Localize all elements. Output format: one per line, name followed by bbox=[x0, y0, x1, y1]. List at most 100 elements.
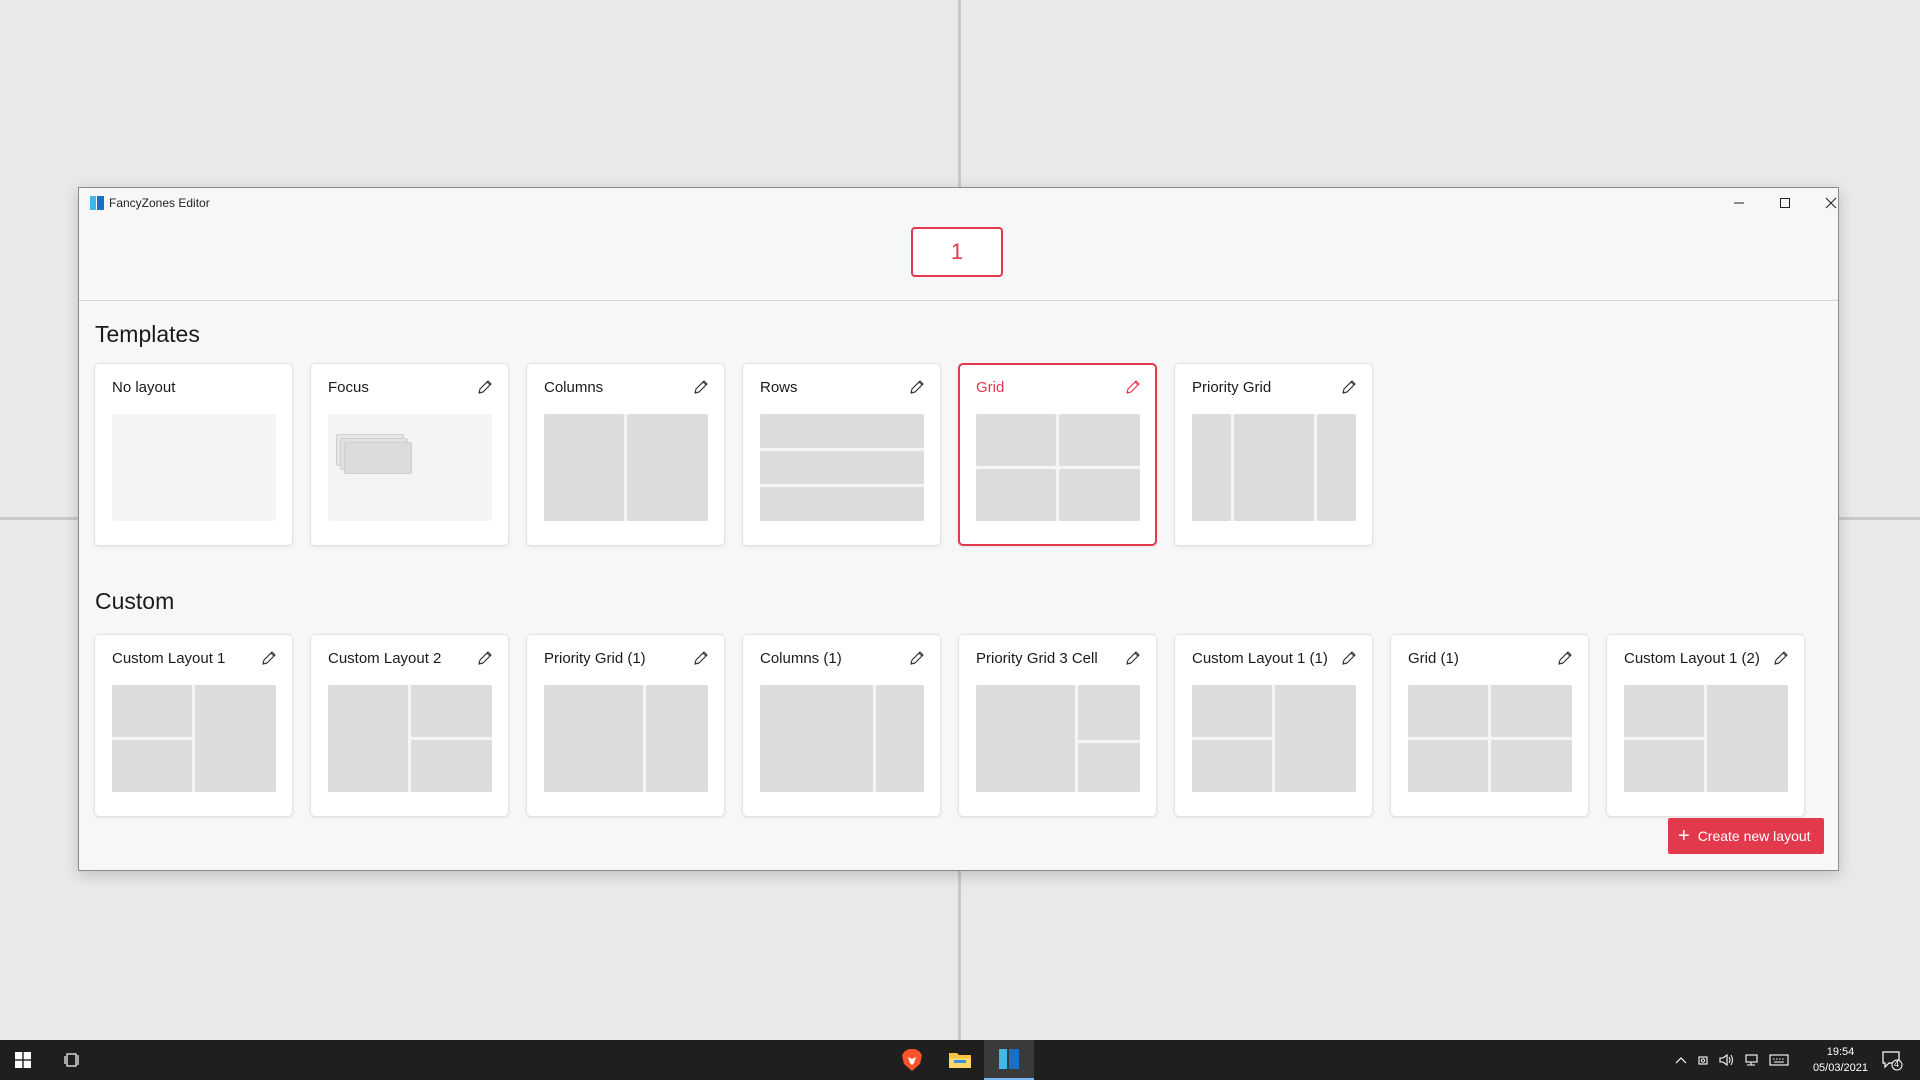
card-title: Priority Grid 3 Cell bbox=[976, 650, 1098, 667]
custom-card-custom-layout-2[interactable]: Custom Layout 2 bbox=[310, 634, 509, 817]
layout-preview bbox=[1192, 685, 1356, 792]
window-title: FancyZones Editor bbox=[109, 196, 210, 210]
card-title: Priority Grid bbox=[1192, 379, 1272, 396]
taskbar-brave-browser[interactable] bbox=[888, 1040, 936, 1080]
zone bbox=[411, 685, 492, 737]
close-icon bbox=[1825, 197, 1837, 209]
zone bbox=[328, 685, 408, 792]
custom-card-custom-layout-1-2[interactable]: Custom Layout 1 (2) bbox=[1606, 634, 1805, 817]
layout-preview bbox=[976, 685, 1140, 792]
custom-card-priority-grid-1[interactable]: Priority Grid (1) bbox=[526, 634, 725, 817]
maximize-button[interactable] bbox=[1762, 188, 1808, 218]
speaker-icon bbox=[1719, 1053, 1733, 1067]
custom-card-custom-layout-1-1[interactable]: Custom Layout 1 (1) bbox=[1174, 634, 1373, 817]
action-center-button[interactable]: 4 bbox=[1872, 1040, 1912, 1080]
layout-preview bbox=[112, 685, 276, 792]
show-hidden-icons-button[interactable] bbox=[1670, 1040, 1692, 1080]
layout-preview bbox=[760, 685, 924, 792]
monitor-1-button[interactable]: 1 bbox=[911, 227, 1003, 277]
card-title: Rows bbox=[760, 379, 798, 396]
folder-icon bbox=[949, 1053, 971, 1068]
fancyzones-editor-window: FancyZones Editor 1 Templates No layout … bbox=[78, 187, 1839, 871]
custom-card-custom-layout-1[interactable]: Custom Layout 1 bbox=[94, 634, 293, 817]
clock-date: 05/03/2021 bbox=[1812, 1062, 1868, 1074]
zone bbox=[876, 685, 924, 792]
edit-pencil-icon[interactable] bbox=[1340, 649, 1358, 667]
notification-icon bbox=[1882, 1051, 1903, 1071]
edit-pencil-icon[interactable] bbox=[476, 649, 494, 667]
taskbar-fancyzones-editor[interactable] bbox=[984, 1040, 1034, 1080]
zone bbox=[544, 685, 643, 792]
zone bbox=[112, 740, 192, 792]
network-icon bbox=[1745, 1054, 1758, 1066]
layout-preview bbox=[544, 685, 708, 792]
taskbar-file-explorer[interactable] bbox=[936, 1040, 984, 1080]
tray-network[interactable] bbox=[1740, 1040, 1762, 1080]
zone bbox=[411, 740, 492, 792]
card-title: Columns (1) bbox=[760, 650, 842, 667]
custom-card-priority-grid-3-cell[interactable]: Priority Grid 3 Cell bbox=[958, 634, 1157, 817]
template-card-focus[interactable]: Focus bbox=[310, 363, 509, 546]
maximize-icon bbox=[1780, 198, 1790, 208]
zone bbox=[760, 487, 924, 521]
template-card-grid[interactable]: Grid bbox=[958, 363, 1157, 546]
card-title: Custom Layout 2 bbox=[328, 650, 442, 667]
zone bbox=[1234, 414, 1314, 521]
edit-pencil-icon[interactable] bbox=[1340, 378, 1358, 396]
card-title: Custom Layout 1 bbox=[112, 650, 226, 667]
card-title: Grid bbox=[976, 379, 1005, 396]
edit-pencil-icon[interactable] bbox=[692, 378, 710, 396]
zone bbox=[760, 685, 873, 792]
edit-pencil-icon[interactable] bbox=[260, 649, 278, 667]
card-title: Focus bbox=[328, 379, 369, 396]
edit-pencil-icon[interactable] bbox=[1556, 649, 1574, 667]
zone bbox=[1275, 685, 1356, 792]
create-new-layout-button[interactable]: + Create new layout bbox=[1668, 818, 1824, 854]
title-bar[interactable]: FancyZones Editor bbox=[79, 188, 1838, 218]
zone bbox=[1078, 685, 1140, 740]
layout-preview bbox=[1192, 414, 1356, 521]
custom-card-grid-1[interactable]: Grid (1) bbox=[1390, 634, 1589, 817]
edit-pencil-icon[interactable] bbox=[908, 378, 926, 396]
zone bbox=[1059, 469, 1140, 521]
start-button[interactable] bbox=[0, 1040, 46, 1080]
custom-heading: Custom bbox=[95, 588, 175, 614]
minimize-button[interactable] bbox=[1716, 188, 1762, 218]
zone bbox=[976, 414, 1056, 466]
card-title: Grid (1) bbox=[1408, 650, 1459, 667]
template-card-priority-grid[interactable]: Priority Grid bbox=[1174, 363, 1373, 546]
task-view-button[interactable] bbox=[50, 1040, 96, 1080]
notification-count-badge: 4 bbox=[1894, 1059, 1900, 1069]
close-button[interactable] bbox=[1808, 188, 1854, 218]
template-card-columns[interactable]: Columns bbox=[526, 363, 725, 546]
custom-card-columns-1[interactable]: Columns (1) bbox=[742, 634, 941, 817]
tray-clock[interactable]: 19:54 05/03/2021 bbox=[1813, 1044, 1868, 1076]
minimize-icon bbox=[1734, 202, 1744, 204]
edit-pencil-icon[interactable] bbox=[1124, 649, 1142, 667]
fancyzones-app-icon bbox=[999, 1049, 1019, 1069]
zone bbox=[544, 414, 624, 521]
zone bbox=[1192, 685, 1272, 737]
edit-pencil-icon[interactable] bbox=[476, 378, 494, 396]
tray-meet-now[interactable] bbox=[1694, 1040, 1714, 1080]
tray-volume[interactable] bbox=[1716, 1040, 1738, 1080]
zone bbox=[1408, 685, 1488, 737]
zone bbox=[1059, 414, 1140, 466]
brave-lion-icon bbox=[902, 1049, 922, 1071]
zone bbox=[976, 469, 1056, 521]
taskbar: 19:54 05/03/2021 4 bbox=[0, 1040, 1920, 1080]
template-card-rows[interactable]: Rows bbox=[742, 363, 941, 546]
template-card-no-layout[interactable]: No layout bbox=[94, 363, 293, 546]
tray-keyboard-layout[interactable] bbox=[1766, 1040, 1792, 1080]
edit-pencil-icon[interactable] bbox=[692, 649, 710, 667]
card-title: No layout bbox=[112, 379, 176, 396]
zone bbox=[195, 685, 276, 792]
edit-pencil-icon[interactable] bbox=[908, 649, 926, 667]
zone bbox=[1491, 685, 1572, 737]
edit-pencil-icon[interactable] bbox=[1772, 649, 1790, 667]
zone bbox=[627, 414, 708, 521]
layout-preview bbox=[760, 414, 924, 521]
edit-pencil-icon[interactable] bbox=[1124, 378, 1142, 396]
zone bbox=[1408, 740, 1488, 792]
fancyzones-app-icon bbox=[90, 196, 104, 210]
